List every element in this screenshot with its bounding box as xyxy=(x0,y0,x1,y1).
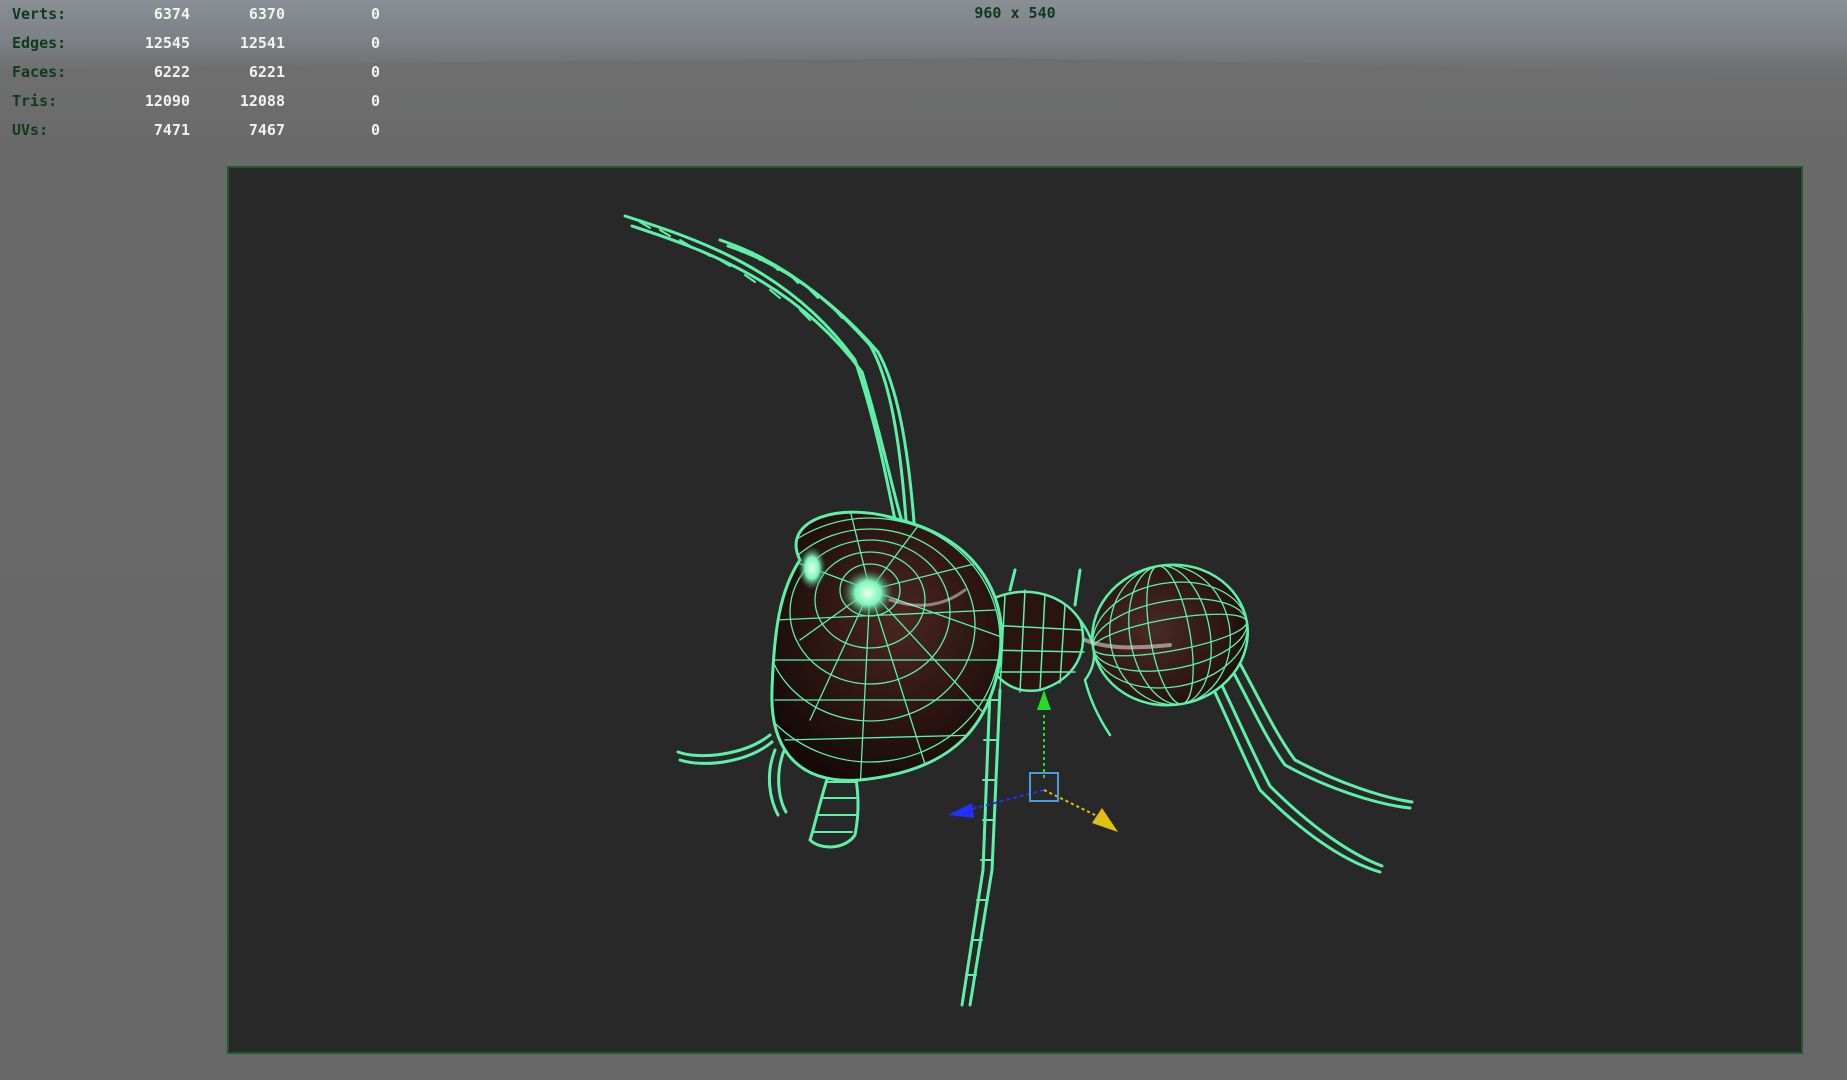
viewport-scene[interactable] xyxy=(0,0,1847,1080)
z-axis-arrow-icon[interactable] xyxy=(1092,808,1118,832)
y-axis-arrow-icon[interactable] xyxy=(1037,690,1051,710)
x-axis-arrow-icon[interactable] xyxy=(948,803,974,818)
thorax xyxy=(983,568,1112,737)
eye-icon xyxy=(798,546,826,590)
z-axis-handle[interactable] xyxy=(1043,789,1096,816)
abdomen xyxy=(1083,563,1250,707)
ant-model-wireframe[interactable] xyxy=(623,214,1414,1007)
head xyxy=(770,510,1004,782)
mandible-left xyxy=(676,733,788,817)
eye-icon xyxy=(842,569,894,617)
antenna-right xyxy=(718,238,916,524)
front-leg xyxy=(960,688,1002,1007)
